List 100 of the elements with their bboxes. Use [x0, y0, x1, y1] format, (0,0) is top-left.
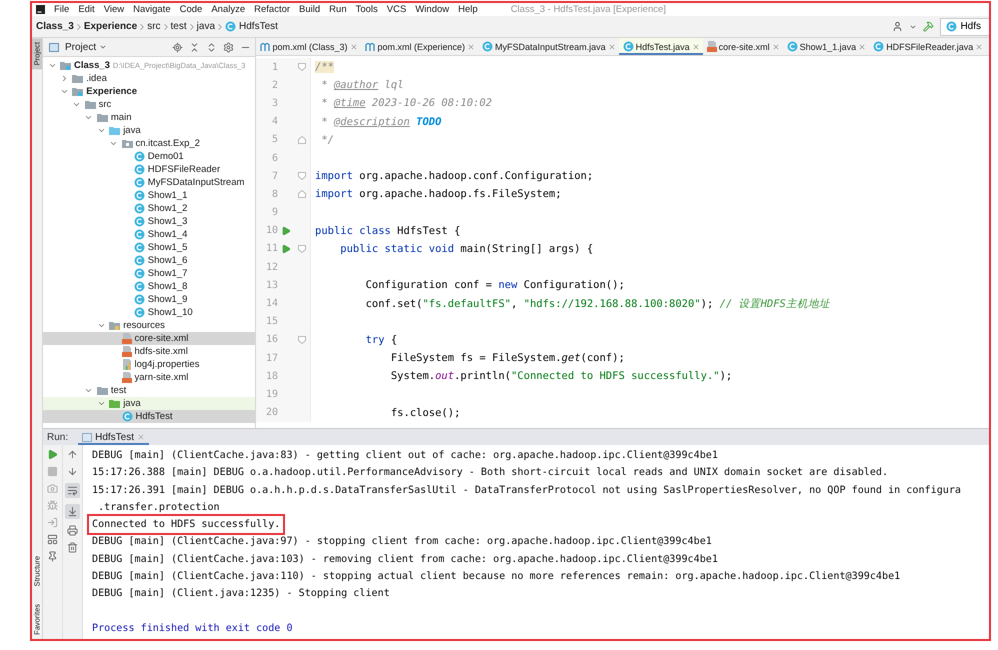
- editor-tab[interactable]: core-site.xml: [703, 38, 784, 55]
- breadcrumb-item[interactable]: HdfsTest: [225, 21, 278, 32]
- tree-item[interactable]: Show1_4: [43, 228, 255, 241]
- menu-item[interactable]: VCS: [386, 3, 406, 16]
- run-icon[interactable]: [281, 226, 291, 236]
- tree-item[interactable]: MyFSDataInputStream: [43, 176, 255, 189]
- breadcrumb-item[interactable]: src: [147, 21, 161, 32]
- up-arrow-icon[interactable]: [67, 449, 78, 460]
- tree-item[interactable]: Show1_9: [43, 293, 255, 306]
- tree-item[interactable]: HdfsTest: [43, 410, 255, 423]
- close-icon[interactable]: [608, 42, 616, 50]
- menu-item[interactable]: Refactor: [254, 3, 290, 16]
- console-line: DEBUG [main] (ClientCache.java:83) - getting client out of cache: org.apache.hadoop.ipc.Client@399c4be1: [92, 449, 719, 463]
- chevron-down-icon[interactable]: [48, 61, 56, 70]
- close-icon[interactable]: [772, 42, 780, 50]
- code-line: Configuration conf = new Configuration();: [364, 279, 625, 292]
- menu-item[interactable]: File: [54, 3, 70, 16]
- tree-item[interactable]: main: [43, 111, 255, 124]
- menu-item[interactable]: Window: [415, 3, 450, 16]
- close-icon[interactable]: [350, 42, 358, 50]
- pin-icon[interactable]: [47, 551, 58, 562]
- run-icon[interactable]: [281, 244, 291, 254]
- tree-item[interactable]: cn.itcast.Exp_2: [43, 137, 255, 150]
- console-line: DEBUG [main] (Client.java:1235) - Stopping client: [92, 587, 391, 602]
- class-icon: [134, 307, 145, 318]
- camera-icon[interactable]: [47, 483, 58, 494]
- tree-item[interactable]: yarn-site.xml: [43, 371, 255, 384]
- menu-item[interactable]: View: [104, 3, 124, 16]
- tree-item[interactable]: test: [43, 384, 255, 397]
- tree-item[interactable]: Show1_7: [43, 267, 255, 280]
- editor-tab[interactable]: MyFSDataInputStream.java: [478, 38, 620, 55]
- folder-icon: [96, 386, 108, 395]
- tree-item[interactable]: src: [43, 98, 255, 111]
- class-icon: [134, 177, 145, 188]
- tree-item[interactable]: resources: [43, 319, 255, 332]
- code-line: conf.set("fs.defaultFS", "hdfs://192.168.88.100:8020"); // 设置HDFS主机地址: [364, 296, 830, 311]
- menu-item[interactable]: Edit: [78, 3, 95, 16]
- run-config-dropdown[interactable]: Hdfs: [940, 18, 989, 36]
- menu-item[interactable]: Analyze: [211, 3, 246, 16]
- tree-item[interactable]: HDFSFileReader: [43, 163, 255, 176]
- code-line: fs.close();: [390, 406, 460, 419]
- tree-item[interactable]: java: [43, 124, 255, 137]
- editor-tab[interactable]: HdfsTest.java: [619, 38, 704, 55]
- project-view-dropdown[interactable]: Project: [65, 42, 108, 52]
- tree-item[interactable]: Show1_10: [43, 306, 255, 319]
- tree-item[interactable]: core-site.xml: [43, 332, 255, 345]
- exit-icon[interactable]: [47, 517, 58, 528]
- breadcrumb-item[interactable]: java: [196, 21, 216, 32]
- menu-item[interactable]: Help: [458, 3, 478, 16]
- tree-item[interactable]: .idea: [43, 72, 255, 85]
- soft-wrap-toggle[interactable]: [65, 483, 80, 498]
- expand-icon[interactable]: [206, 42, 217, 52]
- down-arrow-icon[interactable]: [67, 466, 78, 477]
- editor-tab[interactable]: pom.xml (Class_3): [256, 38, 362, 55]
- tree-item[interactable]: java: [43, 397, 255, 410]
- xml-file-icon: [122, 346, 132, 357]
- line-number: 4: [270, 116, 278, 128]
- print-icon[interactable]: [67, 525, 78, 536]
- menu-item[interactable]: Navigate: [133, 3, 171, 16]
- tree-item[interactable]: Demo01: [43, 150, 255, 163]
- tree-item[interactable]: Show1_6: [43, 254, 255, 267]
- chevron-down-icon[interactable]: [96, 321, 106, 330]
- run-tab[interactable]: HdfsTest: [78, 429, 150, 445]
- layout-icon[interactable]: [47, 534, 58, 545]
- tree-item[interactable]: Show1_5: [43, 241, 255, 254]
- trash-icon[interactable]: [67, 542, 78, 553]
- line-number: 1: [270, 62, 278, 73]
- xml-file-icon: [706, 41, 717, 52]
- tree-item[interactable]: Show1_3: [43, 215, 255, 228]
- editor-tab[interactable]: Show1_1.java: [783, 38, 870, 55]
- tree-item[interactable]: hdfs-site.xml: [43, 345, 255, 358]
- locate-icon[interactable]: [172, 42, 183, 52]
- console-line: 15:17:26.388 [main] DEBUG o.a.hadoop.util.PerformanceAdvisory - Both short-circuit local reads and UNIX domain socket are disabled.: [92, 466, 890, 480]
- menu-item[interactable]: Code: [180, 3, 202, 16]
- hammer-icon[interactable]: [923, 21, 934, 32]
- user-icon[interactable]: [892, 21, 904, 32]
- scroll-to-end-toggle[interactable]: [65, 504, 80, 519]
- bug-icon[interactable]: [47, 500, 58, 511]
- breadcrumb-item[interactable]: Experience: [84, 21, 138, 32]
- settings-icon[interactable]: [223, 42, 234, 52]
- tree-item[interactable]: Experience: [43, 85, 255, 98]
- close-icon[interactable]: [692, 42, 700, 50]
- close-icon[interactable]: [975, 42, 984, 50]
- tree-item[interactable]: Show1_1: [43, 189, 255, 202]
- editor-tab[interactable]: HDFSFileReader.java: [870, 38, 987, 55]
- collapse-icon[interactable]: [189, 42, 200, 52]
- menu-item[interactable]: Build: [299, 3, 320, 16]
- breadcrumb-item[interactable]: test: [170, 21, 187, 32]
- tree-item[interactable]: Show1_8: [43, 280, 255, 293]
- window-title: Class_3 - HdfsTest.java [Experience]: [510, 3, 666, 16]
- tree-item[interactable]: log4j.properties: [43, 358, 255, 371]
- menu-item[interactable]: Tools: [356, 3, 378, 16]
- run-icon[interactable]: [47, 449, 58, 460]
- close-icon[interactable]: [858, 42, 866, 50]
- close-icon[interactable]: [467, 42, 476, 50]
- editor-tab[interactable]: pom.xml (Experience): [361, 38, 479, 55]
- menu-item[interactable]: Run: [329, 3, 347, 16]
- tree-item[interactable]: Show1_2: [43, 202, 255, 215]
- code-line: * @description TODO: [320, 116, 442, 128]
- breadcrumb-item[interactable]: Class_3: [36, 21, 74, 32]
